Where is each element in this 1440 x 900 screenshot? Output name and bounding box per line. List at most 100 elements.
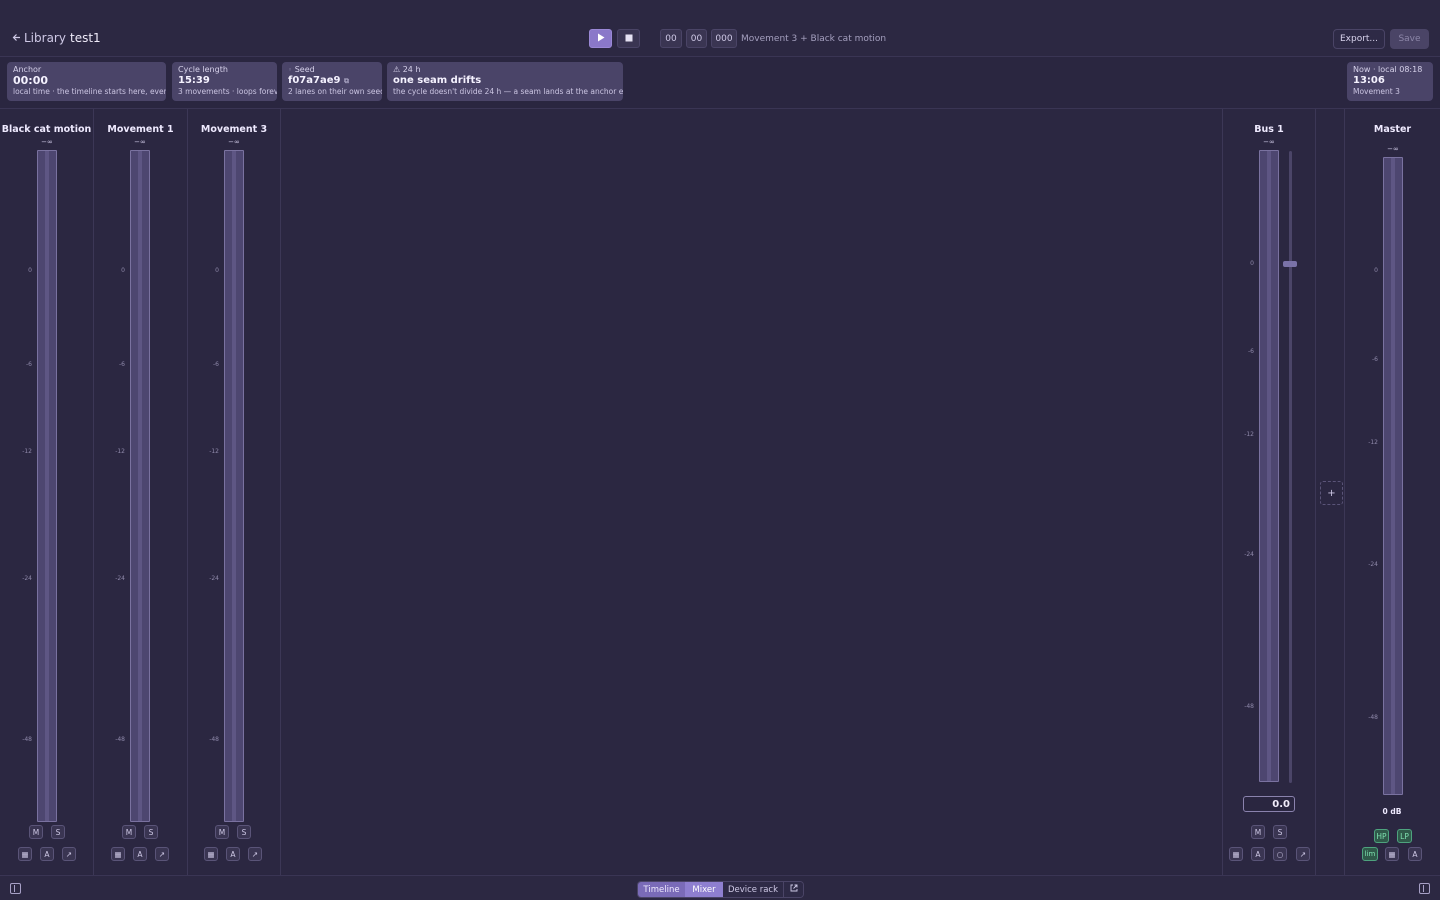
meter-tick: -24 — [1368, 561, 1378, 568]
stop-button[interactable] — [617, 29, 640, 48]
route-button[interactable]: ↗ — [62, 847, 76, 861]
solo-button[interactable]: S — [144, 825, 158, 839]
mute-button[interactable]: M — [1251, 825, 1265, 839]
back-to-library-link[interactable]: Library — [12, 31, 66, 45]
level-meter[interactable] — [130, 150, 150, 822]
channel-name: Movement 3 — [200, 124, 268, 135]
lp-filter-button[interactable]: LP — [1397, 829, 1412, 843]
channel-strip: Movement 1 −∞ 0 -6 -12 -24 -48 M S ▦ A ↗ — [94, 109, 188, 875]
anchor-value: 00:00 — [13, 74, 49, 87]
mute-button[interactable]: M — [122, 825, 136, 839]
meter-tick: -12 — [1368, 439, 1378, 446]
tab-mixer[interactable]: Mixer — [685, 882, 723, 897]
mute-button[interactable]: M — [215, 825, 229, 839]
channel-name: Black cat motion — [1, 124, 92, 135]
master-db-readout: 0 dB — [1382, 807, 1402, 816]
meter-tick: -48 — [1244, 703, 1254, 710]
meter-tick: -48 — [209, 736, 219, 743]
cycle-length-card[interactable]: Cycle length 15:39 3 movements · loops f… — [172, 62, 277, 101]
level-meter[interactable] — [1259, 150, 1279, 782]
level-meter[interactable] — [37, 150, 57, 822]
arrow-up-right-icon: ↗ — [1299, 849, 1307, 859]
arrow-up-right-icon: ↗ — [251, 849, 259, 859]
hp-filter-button[interactable]: HP — [1374, 829, 1389, 843]
meter-tick: -6 — [213, 361, 219, 368]
bus-strip: Bus 1 −∞ 0 -6 -12 -24 -48 M S ▦ A ○ ↗ — [1222, 109, 1316, 875]
meter-tick: 0 — [121, 267, 125, 274]
route-button[interactable]: ↗ — [155, 847, 169, 861]
grid-button[interactable]: ▦ — [204, 847, 218, 861]
bottom-bar: Timeline Mixer Device rack — [0, 875, 1440, 900]
channel-strip: Movement 3 −∞ 0 -6 -12 -24 -48 M S ▦ A ↗ — [188, 109, 281, 875]
bus-gain-input[interactable]: 0.0 — [1243, 796, 1295, 812]
peak-readout: −∞ — [1263, 138, 1275, 146]
master-name: Master — [1373, 124, 1412, 135]
link-button[interactable]: ○ — [1273, 847, 1287, 861]
automation-button[interactable]: A — [133, 847, 147, 861]
solo-button[interactable]: S — [51, 825, 65, 839]
now-label: Now · local 08:18 — [1353, 65, 1423, 74]
bus-name: Bus 1 — [1254, 124, 1284, 135]
tab-timeline[interactable]: Timeline — [638, 882, 685, 897]
mute-button[interactable]: M — [29, 825, 43, 839]
solo-button[interactable]: S — [237, 825, 251, 839]
grid-button[interactable]: ▦ — [18, 847, 32, 861]
time-seconds[interactable]: 00 — [686, 29, 707, 48]
seed-label: Seed — [294, 65, 315, 74]
grid-button[interactable]: ▦ — [1385, 847, 1399, 861]
route-button[interactable]: ↗ — [1296, 847, 1310, 861]
cycle-length-label: Cycle length — [178, 65, 228, 74]
seed-sub: 2 lanes on their own seeds — [288, 87, 382, 96]
master-strip: Master −∞ 0 -6 -12 -24 -48 HP LP lim ▦ A — [1344, 109, 1440, 875]
automation-button[interactable]: A — [1251, 847, 1265, 861]
time-minutes[interactable]: 00 — [660, 29, 682, 48]
meter-tick: -24 — [115, 575, 125, 582]
grid-icon: ▦ — [1232, 849, 1240, 859]
automation-button[interactable]: A — [1408, 847, 1422, 861]
bus-fader-handle[interactable] — [1283, 261, 1297, 267]
limiter-button[interactable]: lim — [1362, 847, 1378, 861]
anchor-card[interactable]: Anchor 00:00 local time · the timeline s… — [7, 62, 166, 101]
grid-icon: ▦ — [207, 849, 215, 859]
peak-readout: −∞ — [1387, 145, 1399, 153]
automation-button[interactable]: A — [226, 847, 240, 861]
cycle-length-sub: 3 movements · loops forever — [178, 87, 277, 96]
peak-readout: −∞ — [228, 138, 240, 146]
add-bus-button[interactable]: + — [1320, 481, 1343, 505]
meter-tick: 0 — [1374, 267, 1378, 274]
channel-name: Movement 1 — [107, 124, 174, 135]
grid-button[interactable]: ▦ — [1229, 847, 1243, 861]
seed-value: f07a7ae9 — [288, 75, 341, 86]
right-panel-toggle-icon[interactable] — [1419, 883, 1430, 894]
automation-button[interactable]: A — [40, 847, 54, 861]
link-icon: ○ — [1276, 849, 1284, 859]
bus-fader-track[interactable] — [1289, 151, 1292, 783]
export-button[interactable]: Export... — [1333, 29, 1385, 49]
channel-strip: Black cat motion −∞ 0 -6 -12 -24 -48 M S… — [0, 109, 94, 875]
drift-value: one seam drifts — [393, 75, 482, 86]
play-button[interactable] — [589, 29, 612, 48]
grid-icon: ▦ — [21, 849, 29, 859]
save-button[interactable]: Save — [1390, 29, 1429, 49]
solo-button[interactable]: S — [1273, 825, 1287, 839]
stop-icon — [625, 32, 633, 45]
copy-icon[interactable]: ⧉ — [344, 77, 349, 85]
meter-tick: -6 — [1372, 356, 1378, 363]
level-meter[interactable] — [224, 150, 244, 822]
meter-tick: 0 — [28, 267, 32, 274]
meter-tick: -12 — [1244, 431, 1254, 438]
external-link-icon — [790, 884, 798, 895]
master-meter[interactable] — [1383, 157, 1403, 795]
now-playing-label: Movement 3 + Black cat motion — [741, 34, 887, 44]
grid-icon: ▦ — [1388, 849, 1396, 859]
time-millis[interactable]: 000 — [711, 29, 737, 48]
seed-card[interactable]: ◦ Seed f07a7ae9 ⧉ 2 lanes on their own s… — [282, 62, 382, 101]
pop-out-button[interactable] — [783, 882, 803, 897]
tab-device-rack[interactable]: Device rack — [723, 882, 783, 897]
grid-button[interactable]: ▦ — [111, 847, 125, 861]
drift-sub: the cycle doesn't divide 24 h — a seam l… — [393, 87, 623, 96]
route-button[interactable]: ↗ — [248, 847, 262, 861]
left-panel-toggle-icon[interactable] — [10, 883, 21, 894]
meter-tick: 0 — [215, 267, 219, 274]
drift-warning-card[interactable]: ⚠ 24 h one seam drifts the cycle doesn't… — [387, 62, 623, 101]
